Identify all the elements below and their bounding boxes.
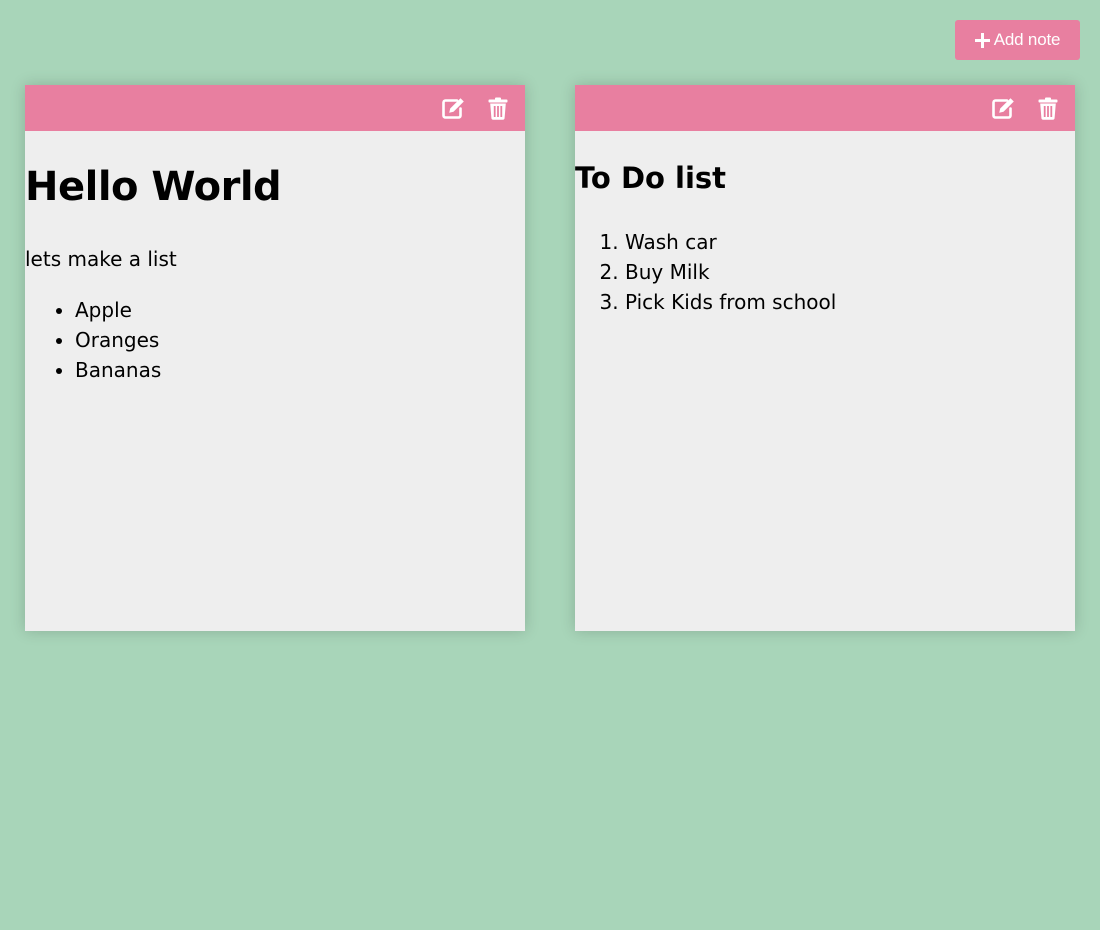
list-item: Apple (75, 295, 161, 325)
add-note-label: Add note (993, 30, 1061, 49)
note-card: To Do list Wash car Buy Milk Pick Kids f… (575, 85, 1075, 631)
plus-icon (974, 32, 990, 48)
trash-icon[interactable] (485, 95, 511, 121)
list-item: Wash car (625, 227, 836, 257)
note-card: Hello World lets make a list Apple Orang… (25, 85, 525, 631)
numbered-list: Wash car Buy Milk Pick Kids from school (575, 227, 836, 317)
note-toolbar (25, 85, 525, 131)
note-title: Hello World (25, 164, 282, 210)
list-item: Buy Milk (625, 257, 836, 287)
list-item: Oranges (75, 325, 161, 355)
bulleted-list: Apple Oranges Bananas (25, 295, 161, 385)
note-title: To Do list (575, 161, 727, 195)
list-item: Bananas (75, 355, 161, 385)
add-note-button[interactable]: Add note (955, 20, 1080, 60)
edit-icon[interactable] (990, 95, 1016, 121)
trash-icon[interactable] (1035, 95, 1061, 121)
note-text: lets make a list (25, 247, 177, 271)
edit-icon[interactable] (440, 95, 466, 121)
note-toolbar (575, 85, 1075, 131)
list-item: Pick Kids from school (625, 287, 836, 317)
